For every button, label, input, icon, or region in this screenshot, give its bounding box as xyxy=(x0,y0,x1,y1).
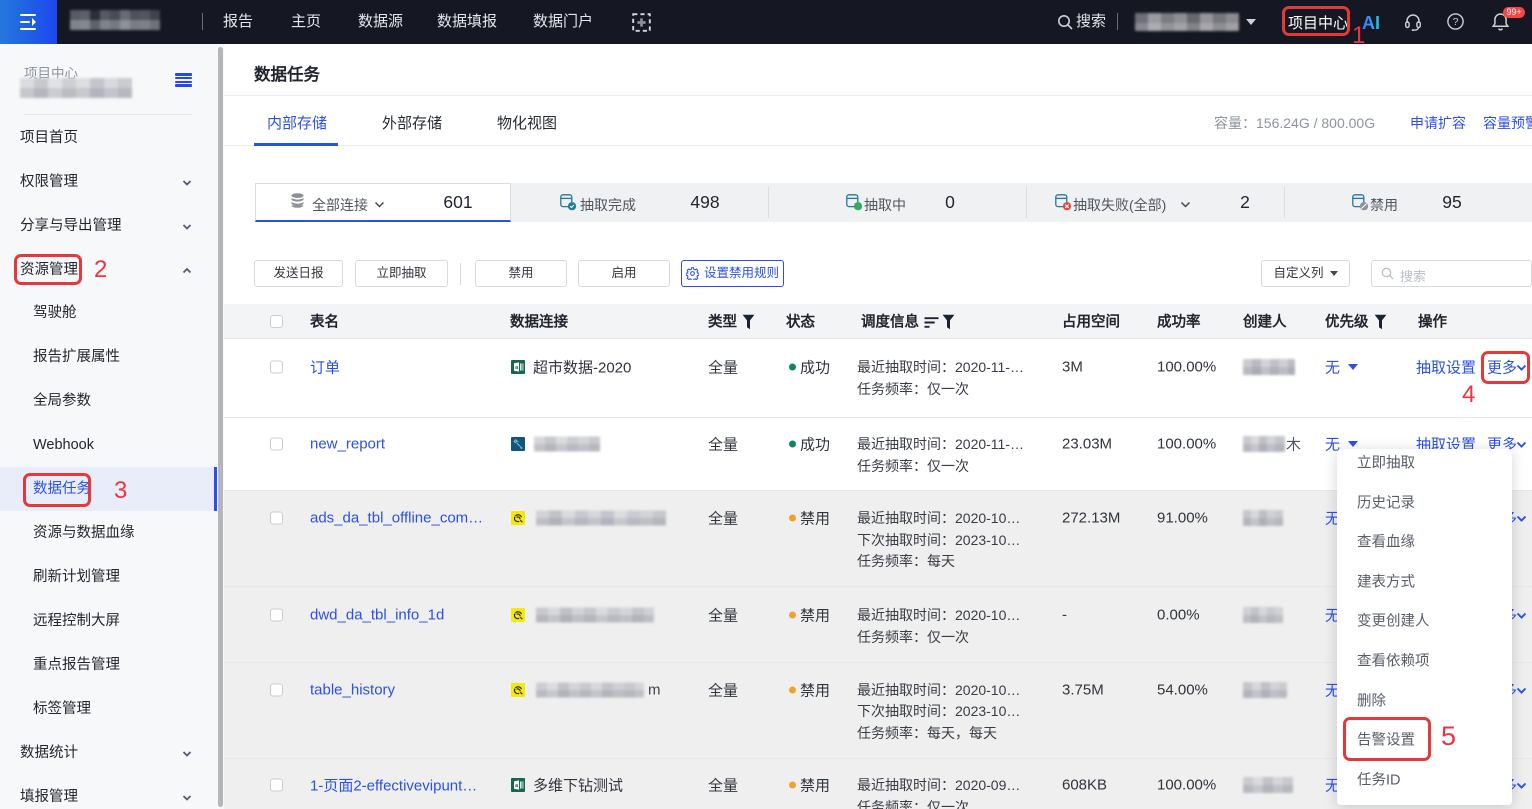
svg-text:?: ? xyxy=(1453,16,1459,28)
